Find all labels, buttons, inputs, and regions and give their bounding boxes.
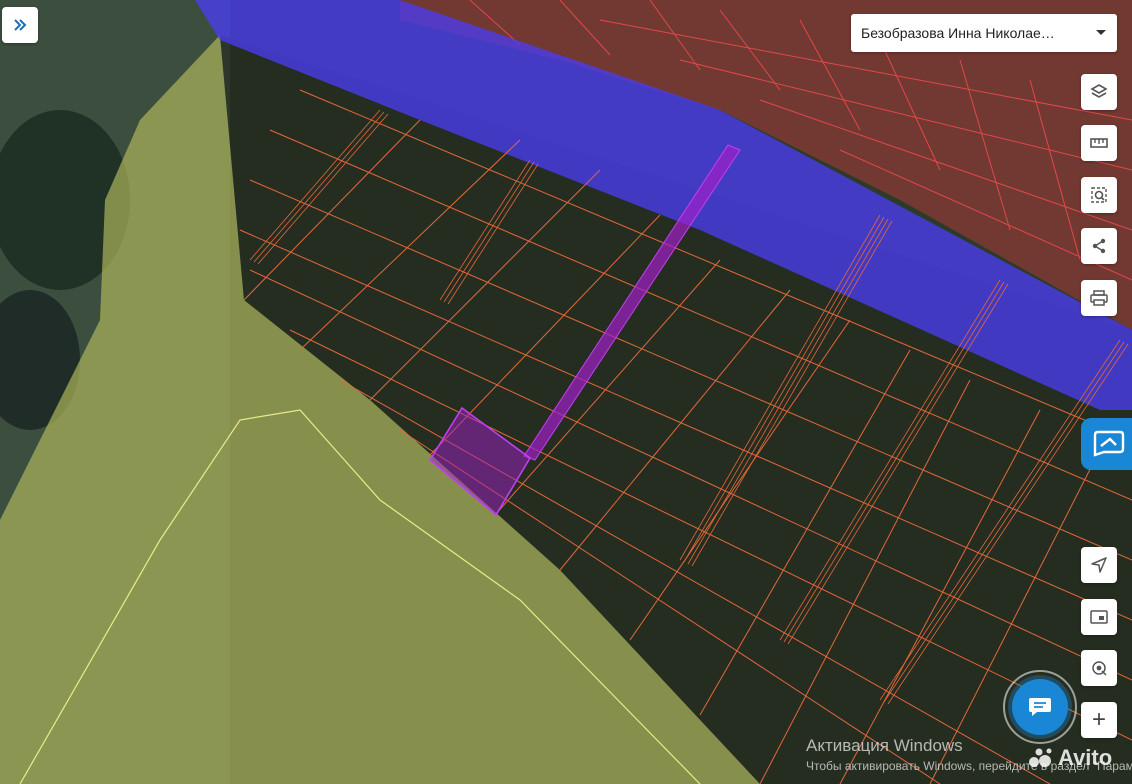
minimap-icon (1090, 610, 1108, 624)
expand-panel-button[interactable] (2, 7, 38, 43)
cadastre-logo-icon (1093, 430, 1125, 457)
owner-select-value: Безобразова Инна Николае… (861, 25, 1055, 41)
chat-button[interactable] (1003, 670, 1077, 744)
ruler-button[interactable] (1081, 125, 1117, 161)
avito-logo-icon (1029, 748, 1052, 767)
chat-ring (1003, 670, 1077, 744)
minimap-button[interactable] (1081, 599, 1117, 635)
owner-select[interactable]: Безобразова Инна Николае… (851, 14, 1117, 52)
share-button[interactable] (1081, 228, 1117, 264)
geolocation-button[interactable] (1081, 650, 1117, 686)
pkk-logo[interactable] (1081, 418, 1132, 470)
avito-label: Avito (1058, 745, 1113, 770)
navigation-arrow-icon (1091, 557, 1107, 573)
select-area-icon (1091, 187, 1107, 203)
dropdown-arrow-icon (1096, 30, 1106, 35)
cadastral-map[interactable] (0, 0, 1132, 784)
ruler-icon (1090, 138, 1108, 148)
locate-button[interactable] (1081, 547, 1117, 583)
layers-icon (1090, 84, 1108, 98)
avito-watermark: Avito (1028, 745, 1112, 771)
geolocation-icon (1092, 661, 1107, 676)
zoom-in-button[interactable]: + (1081, 702, 1117, 738)
share-icon (1092, 238, 1106, 254)
print-icon (1090, 290, 1108, 306)
select-area-button[interactable] (1081, 177, 1117, 213)
plus-icon: + (1091, 706, 1106, 733)
print-button[interactable] (1081, 280, 1117, 316)
double-chevron-right-icon (14, 19, 27, 31)
layers-button[interactable] (1081, 74, 1117, 110)
